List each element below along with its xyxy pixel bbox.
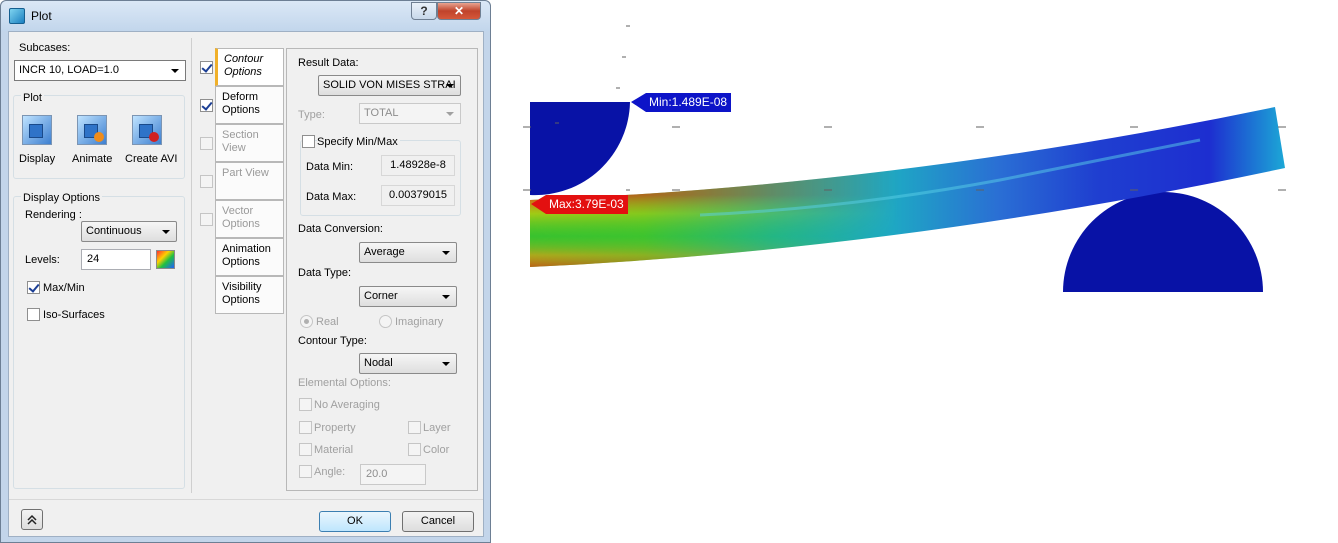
min-value-label: Min:1.489E-08: [646, 93, 732, 112]
max-marker-arrow: [531, 195, 546, 214]
max-value-label: Max:3.79E-03: [546, 195, 628, 214]
min-marker-arrow: [631, 93, 646, 112]
left-support: [530, 102, 630, 196]
right-support: [1063, 192, 1263, 292]
model-viewport[interactable]: [0, 0, 1338, 543]
